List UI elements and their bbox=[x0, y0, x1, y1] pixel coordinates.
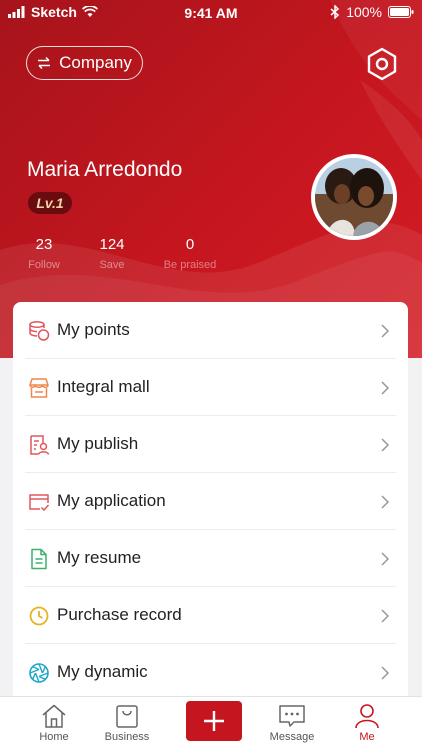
tab-business[interactable]: Business bbox=[92, 697, 162, 750]
bluetooth-icon bbox=[330, 5, 340, 19]
chevron-right-icon bbox=[381, 381, 390, 395]
stat-save-value: 124 bbox=[99, 236, 125, 253]
chevron-right-icon bbox=[381, 495, 390, 509]
menu-item-label: My application bbox=[57, 491, 166, 510]
plus-icon bbox=[204, 711, 224, 731]
stat-follow-value: 23 bbox=[35, 236, 53, 253]
stat-save[interactable]: 124 Save bbox=[86, 236, 138, 271]
menu-item-label: My resume bbox=[57, 548, 142, 567]
bag-icon bbox=[116, 705, 138, 728]
add-post-button[interactable] bbox=[186, 701, 242, 741]
tab-label: Message bbox=[269, 731, 315, 743]
tab-message[interactable]: Message bbox=[257, 697, 327, 750]
settings-hexagon-icon bbox=[367, 47, 397, 81]
message-icon bbox=[279, 705, 305, 727]
avatar-photo bbox=[315, 158, 393, 236]
menu-item-label: My points bbox=[57, 320, 130, 339]
stat-praised-value: 0 bbox=[185, 236, 195, 253]
person-icon bbox=[355, 704, 379, 729]
avatar[interactable] bbox=[311, 154, 397, 240]
menu-item-my-publish[interactable]: My publish bbox=[13, 416, 408, 473]
status-bar: Sketch 9:41 AM 100% bbox=[0, 0, 422, 26]
store-icon bbox=[29, 378, 49, 398]
battery-icon bbox=[388, 6, 414, 18]
battery-percent: 100% bbox=[346, 4, 382, 20]
menu-item-label: My publish bbox=[57, 434, 139, 453]
menu-item-my-dynamic[interactable]: My dynamic bbox=[13, 644, 408, 701]
points-coins-icon bbox=[29, 320, 50, 341]
menu-list: My points Integral mall My publish My ap… bbox=[13, 302, 408, 702]
level-badge: Lv.1 bbox=[28, 192, 72, 214]
stat-save-label: Save bbox=[99, 259, 125, 271]
chevron-right-icon bbox=[381, 609, 390, 623]
company-label: Company bbox=[59, 53, 132, 72]
tab-label: Home bbox=[39, 731, 69, 743]
chevron-right-icon bbox=[381, 666, 390, 680]
home-icon bbox=[42, 704, 66, 728]
application-icon bbox=[29, 494, 50, 512]
chevron-right-icon bbox=[381, 552, 390, 566]
menu-item-label: My dynamic bbox=[57, 662, 148, 681]
chevron-right-icon bbox=[381, 324, 390, 338]
menu-item-integral-mall[interactable]: Integral mall bbox=[13, 359, 408, 416]
menu-item-my-application[interactable]: My application bbox=[13, 473, 408, 530]
resume-document-icon bbox=[31, 548, 47, 570]
menu-item-label: Integral mall bbox=[57, 377, 150, 396]
user-name: Maria Arredondo bbox=[27, 158, 183, 181]
switch-company-button[interactable]: Company bbox=[26, 46, 143, 80]
menu-item-label: Purchase record bbox=[57, 605, 182, 624]
stat-follow[interactable]: 23 Follow bbox=[18, 236, 70, 271]
tab-home[interactable]: Home bbox=[19, 697, 89, 750]
settings-button[interactable] bbox=[364, 46, 400, 82]
stat-praised-label: Be praised bbox=[163, 259, 217, 271]
swap-arrows-icon bbox=[38, 56, 51, 70]
publish-icon bbox=[30, 435, 50, 455]
tab-label: Business bbox=[104, 731, 150, 743]
stat-praised[interactable]: 0 Be praised bbox=[156, 236, 224, 271]
aperture-icon bbox=[29, 663, 49, 683]
tab-label: Me bbox=[359, 731, 375, 743]
menu-item-my-points[interactable]: My points bbox=[13, 302, 408, 359]
chevron-right-icon bbox=[381, 438, 390, 452]
stat-follow-label: Follow bbox=[28, 259, 60, 271]
menu-item-purchase-record[interactable]: Purchase record bbox=[13, 587, 408, 644]
bottom-tab-bar: Home Business Message Me bbox=[0, 696, 422, 750]
menu-item-my-resume[interactable]: My resume bbox=[13, 530, 408, 587]
clock-icon bbox=[29, 606, 49, 626]
tab-me[interactable]: Me bbox=[332, 697, 402, 750]
